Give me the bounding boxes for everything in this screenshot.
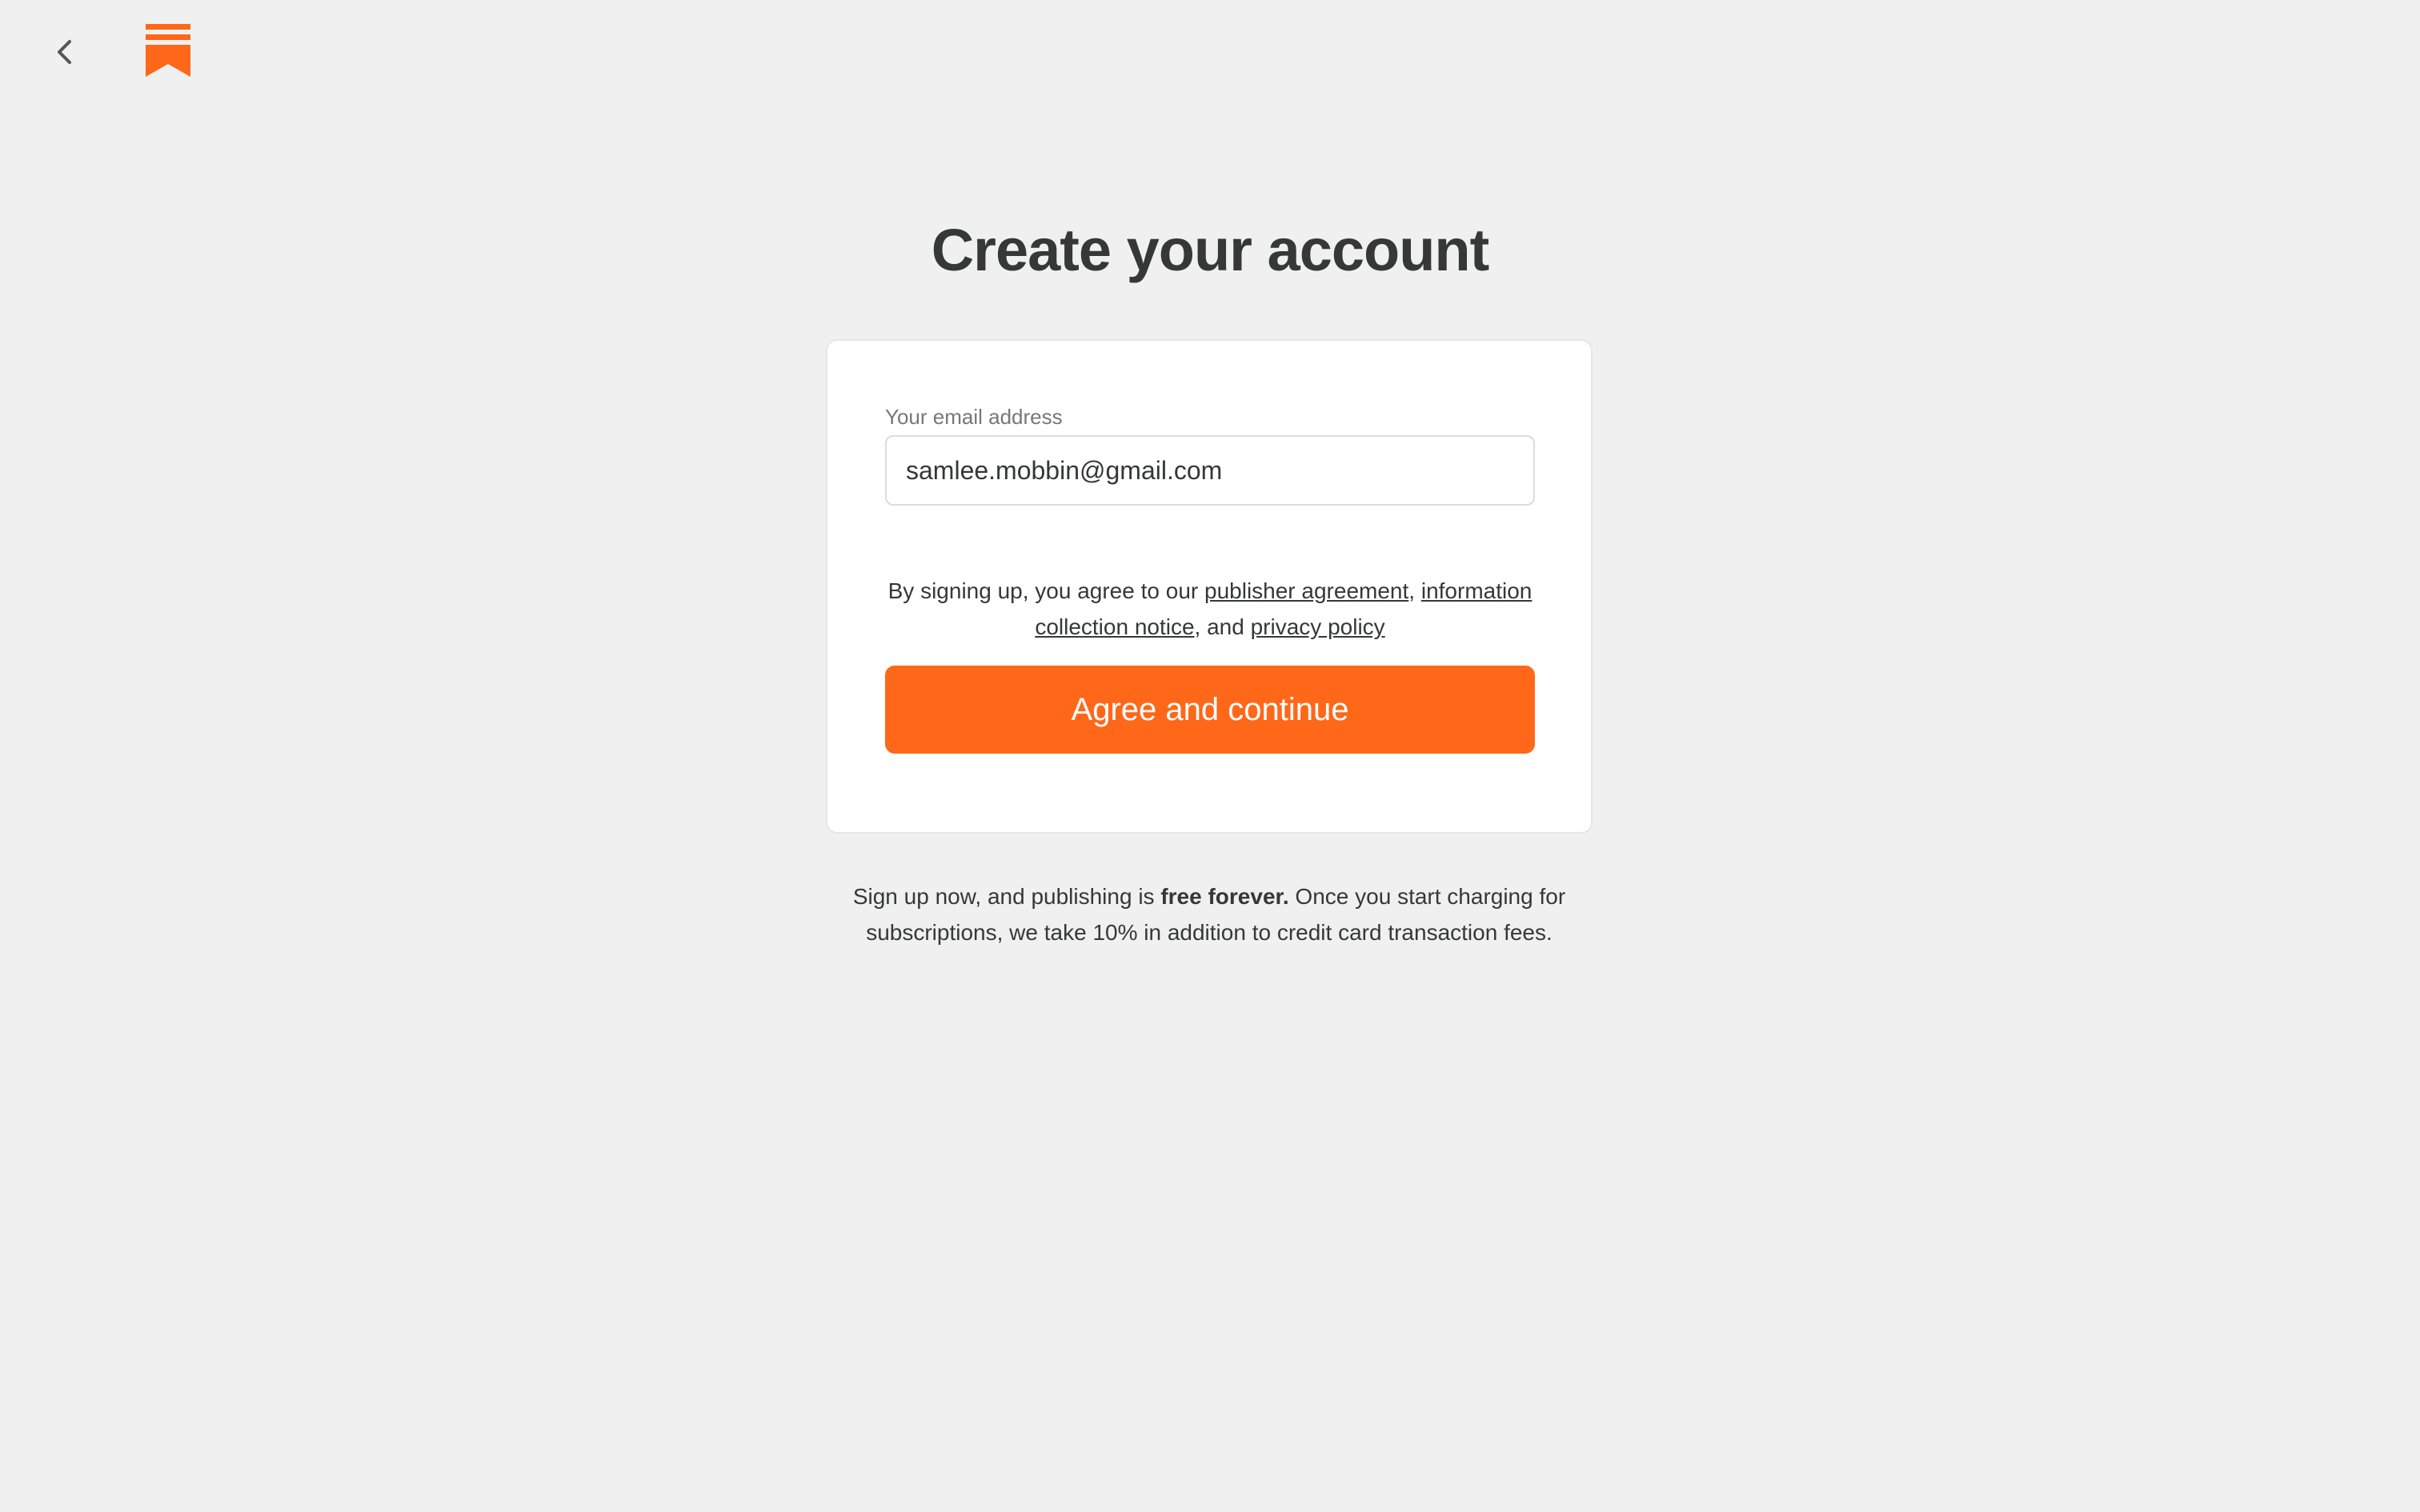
top-bar xyxy=(0,0,2420,104)
substack-logo[interactable] xyxy=(146,24,190,77)
back-button[interactable] xyxy=(45,32,85,72)
terms-text: By signing up, you agree to our publishe… xyxy=(885,573,1535,645)
email-label: Your email address xyxy=(885,405,1063,429)
terms-and: , and xyxy=(1194,614,1251,639)
signup-card: Your email address By signing up, you ag… xyxy=(826,339,1593,834)
bookmark-logo-icon xyxy=(146,24,190,77)
pricing-note-prefix: Sign up now, and publishing is xyxy=(852,884,1161,909)
agree-and-continue-button[interactable]: Agree and continue xyxy=(885,666,1535,754)
chevron-left-icon xyxy=(58,40,71,64)
terms-comma: , xyxy=(1408,578,1421,603)
terms-prefix: By signing up, you agree to our xyxy=(887,578,1204,603)
page-title: Create your account xyxy=(931,217,1490,283)
privacy-policy-link[interactable]: privacy policy xyxy=(1251,614,1385,639)
pricing-note: Sign up now, and publishing is free fore… xyxy=(826,878,1593,950)
email-input[interactable] xyxy=(885,435,1535,506)
pricing-note-bold: free forever. xyxy=(1160,884,1289,909)
publisher-agreement-link[interactable]: publisher agreement xyxy=(1204,578,1408,603)
